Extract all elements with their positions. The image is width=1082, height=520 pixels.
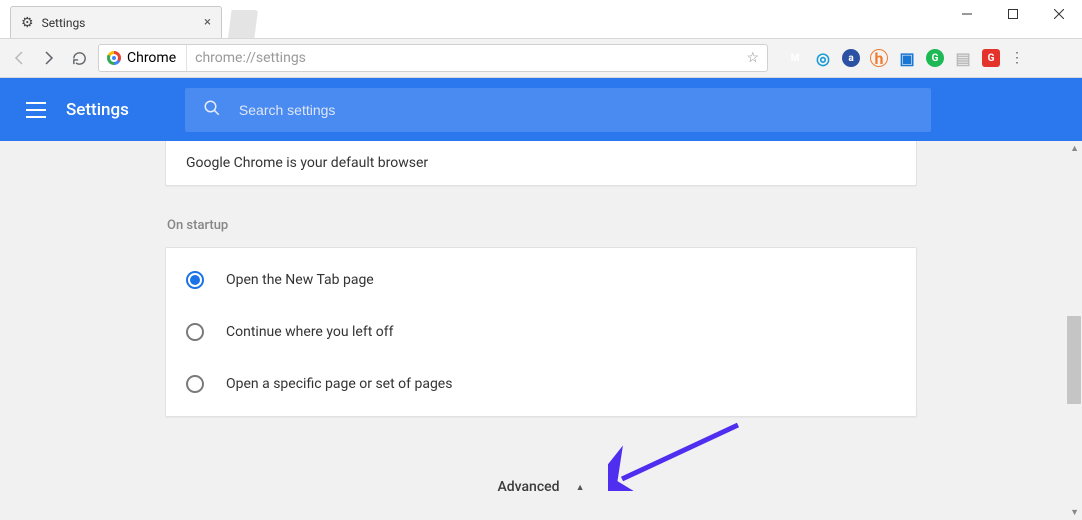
- startup-option-continue[interactable]: Continue where you left off: [186, 306, 896, 358]
- close-tab-icon[interactable]: ×: [204, 15, 211, 30]
- advanced-label: Advanced: [498, 479, 560, 495]
- extensions-tray: M ◎ a h ▣ G ▤ G: [786, 49, 1000, 67]
- ext-icon-5[interactable]: G: [926, 49, 944, 67]
- scrollbar[interactable]: ▲ ▼: [1066, 141, 1082, 520]
- ext-icon-6[interactable]: ▤: [954, 49, 972, 67]
- omnibox-url: chrome://settings: [195, 50, 306, 66]
- settings-header: Settings: [0, 78, 1082, 141]
- startup-option-label: Open a specific page or set of pages: [226, 376, 452, 392]
- radio-selected-icon: [186, 271, 204, 289]
- settings-content: Google Chrome is your default browser On…: [0, 141, 1082, 520]
- ext-icon-3[interactable]: h: [870, 49, 888, 67]
- browser-tab-settings[interactable]: ⚙ Settings ×: [10, 6, 222, 38]
- on-startup-card: Open the New Tab page Continue where you…: [165, 247, 917, 417]
- radio-unselected-icon: [186, 375, 204, 393]
- settings-search-input[interactable]: [239, 102, 913, 118]
- chrome-menu-icon[interactable]: ⋮: [1008, 50, 1026, 66]
- page-title: Settings: [66, 100, 129, 120]
- default-browser-text: Google Chrome is your default browser: [186, 155, 428, 171]
- ext-icon-7[interactable]: G: [982, 49, 1000, 67]
- scroll-up-icon[interactable]: ▲: [1070, 143, 1079, 154]
- new-tab-button[interactable]: [228, 10, 258, 38]
- omnibox-origin-label: Chrome: [127, 50, 176, 66]
- default-browser-card: Google Chrome is your default browser: [165, 141, 917, 186]
- chrome-logo-icon: [107, 51, 121, 65]
- startup-option-label: Open the New Tab page: [226, 272, 374, 288]
- nav-back-icon[interactable]: [8, 47, 30, 69]
- tab-title: Settings: [42, 16, 86, 30]
- scroll-thumb[interactable]: [1067, 316, 1081, 404]
- caret-up-icon: ▲: [576, 482, 585, 493]
- settings-search-field[interactable]: [185, 88, 931, 132]
- bookmark-star-icon[interactable]: ☆: [746, 50, 759, 66]
- nav-forward-icon[interactable]: [38, 47, 60, 69]
- browser-toolbar: Chrome chrome://settings ☆ M ◎ a h ▣ G ▤…: [0, 38, 1082, 78]
- ext-icon-2[interactable]: a: [842, 49, 860, 67]
- ext-icon-4[interactable]: ▣: [898, 49, 916, 67]
- gear-icon: ⚙: [21, 15, 34, 31]
- radio-unselected-icon: [186, 323, 204, 341]
- startup-option-label: Continue where you left off: [226, 324, 394, 340]
- address-bar[interactable]: Chrome chrome://settings ☆: [98, 44, 768, 72]
- startup-option-specific-pages[interactable]: Open a specific page or set of pages: [186, 358, 896, 410]
- scroll-down-icon[interactable]: ▼: [1070, 507, 1079, 518]
- startup-option-new-tab[interactable]: Open the New Tab page: [186, 254, 896, 306]
- ext-icon-0[interactable]: M: [786, 49, 804, 67]
- on-startup-section-label: On startup: [167, 218, 917, 233]
- ext-icon-1[interactable]: ◎: [814, 49, 832, 67]
- hamburger-menu-icon[interactable]: [26, 102, 46, 118]
- search-icon: [203, 99, 221, 121]
- advanced-toggle[interactable]: Advanced ▲: [165, 479, 917, 495]
- tab-strip: ⚙ Settings ×: [0, 0, 1082, 38]
- nav-reload-icon[interactable]: [68, 47, 90, 69]
